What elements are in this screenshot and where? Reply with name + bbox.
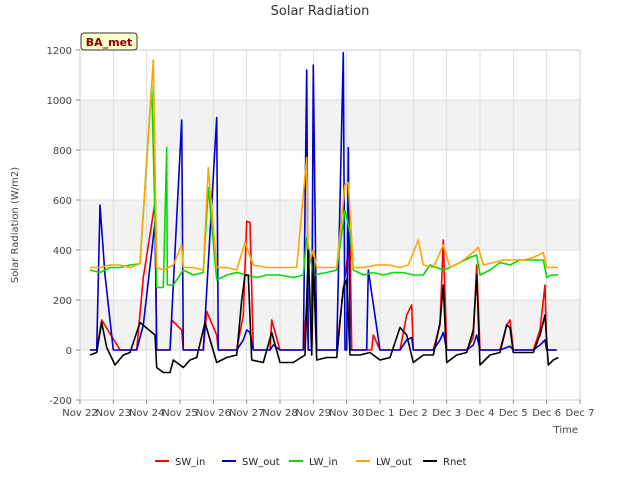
x-tick-label: Dec 3 (432, 408, 461, 419)
legend: SW_in SW_out LW_in LW_out Rnet (155, 457, 466, 468)
x-tick-label: Nov 26 (196, 408, 231, 419)
y-tick-label: 1000 (47, 96, 72, 107)
legend-label: LW_in (309, 457, 338, 468)
y-axis-ticks: -200 0 200 400 600 800 1000 1200 (47, 46, 80, 407)
y-tick-label: 200 (53, 296, 72, 307)
station-badge-label: BA_met (86, 36, 133, 49)
y-axis-label: Solar Radiation (W/m2) (10, 167, 21, 283)
solar-radiation-chart: Nov 22Nov 23Nov 24Nov 25Nov 26Nov 27Nov … (10, 4, 594, 468)
legend-item-sw-in: SW_in (155, 457, 205, 468)
x-tick-label: Dec 6 (532, 408, 561, 419)
x-tick-label: Dec 7 (566, 408, 595, 419)
legend-label: LW_out (376, 457, 412, 468)
legend-label: SW_out (242, 457, 280, 468)
y-tick-label: 400 (53, 246, 72, 257)
legend-item-rnet: Rnet (423, 457, 466, 468)
legend-item-lw-in: LW_in (289, 457, 338, 468)
legend-label: SW_in (175, 457, 205, 468)
y-tick-label: 0 (66, 346, 72, 357)
x-axis-ticks: Nov 22Nov 23Nov 24Nov 25Nov 26Nov 27Nov … (62, 400, 594, 419)
y-tick-label: 800 (53, 146, 72, 157)
x-tick-label: Nov 30 (329, 408, 364, 419)
x-axis-label: Time (553, 425, 578, 436)
y-tick-label: 600 (53, 196, 72, 207)
y-tick-label: 1200 (47, 46, 72, 57)
x-tick-label: Nov 28 (262, 408, 297, 419)
x-tick-label: Nov 24 (129, 408, 164, 419)
legend-item-lw-out: LW_out (356, 457, 412, 468)
x-tick-label: Nov 29 (296, 408, 331, 419)
legend-label: Rnet (443, 457, 466, 468)
legend-item-sw-out: SW_out (222, 457, 280, 468)
x-tick-label: Dec 4 (466, 408, 495, 419)
x-tick-label: Dec 1 (366, 408, 395, 419)
x-tick-label: Nov 25 (162, 408, 197, 419)
x-tick-label: Dec 5 (499, 408, 528, 419)
x-tick-label: Nov 23 (96, 408, 131, 419)
x-tick-label: Nov 27 (229, 408, 264, 419)
station-badge: BA_met (80, 32, 138, 51)
chart-title: Solar Radiation (271, 4, 370, 19)
y-tick-label: -200 (49, 396, 72, 407)
x-tick-label: Nov 22 (62, 408, 97, 419)
x-tick-label: Dec 2 (399, 408, 428, 419)
